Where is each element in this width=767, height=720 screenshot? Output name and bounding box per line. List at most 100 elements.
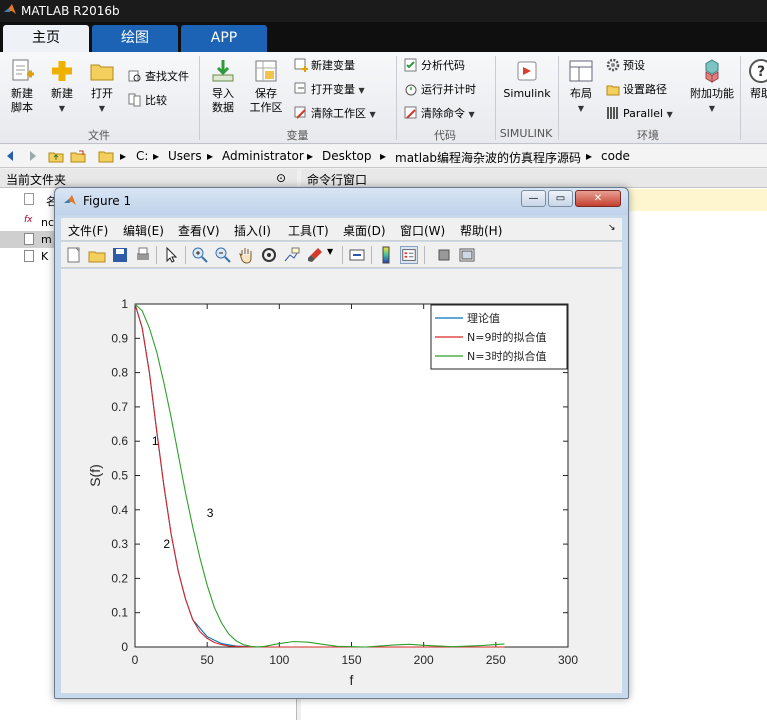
current-folder-header: 当前文件夹 ⊙ xyxy=(0,169,297,188)
path-separator: ▸ xyxy=(207,149,214,163)
matlab-logo-icon xyxy=(64,195,76,205)
colorbar-icon[interactable] xyxy=(377,246,395,264)
stopwatch-icon xyxy=(405,84,417,96)
curve-annotation: 3 xyxy=(207,506,214,520)
find-files-label: 查找文件 xyxy=(145,70,189,83)
simulink-button[interactable]: Simulink xyxy=(500,58,554,101)
pan-hand-icon[interactable] xyxy=(237,246,255,264)
breadcrumb-code[interactable]: code xyxy=(601,149,630,163)
legend-entry: N=3时的拟合值 xyxy=(467,349,546,363)
toolbar-divider xyxy=(342,246,343,264)
breadcrumb-desktop[interactable]: Desktop xyxy=(322,149,372,163)
compare-label: 比较 xyxy=(145,94,167,107)
pointer-icon[interactable] xyxy=(162,246,180,264)
address-bar: ▸ C: ▸ Users ▸ Administrator ▸ Desktop ▸… xyxy=(0,145,767,168)
brush-icon[interactable] xyxy=(306,246,324,264)
new-button[interactable]: 新建 ▼ xyxy=(44,58,80,116)
print-icon[interactable] xyxy=(134,246,152,264)
toolbar-divider xyxy=(156,246,157,264)
breadcrumb-project[interactable]: matlab编程海杂波的仿真程序源码 xyxy=(395,149,581,166)
legend-icon[interactable] xyxy=(400,246,418,264)
clear-commands-button[interactable]: 清除命令 ▼ xyxy=(404,105,475,123)
figure-title-bar[interactable]: Figure 1 — ▭ ✕ xyxy=(55,188,628,215)
figure-toolbar: ▼ xyxy=(61,242,622,268)
zoom-out-icon[interactable] xyxy=(214,246,232,264)
up-folder-icon[interactable] xyxy=(48,148,64,164)
run-and-time-label: 运行并计时 xyxy=(421,83,476,96)
run-and-time-button[interactable]: 运行并计时 xyxy=(404,81,476,99)
figure-canvas[interactable]: 0 50 100 150 200 250 300 0 0.1 0.2 0.3 0.4 0.5 0.6 0.7… xyxy=(61,269,622,693)
data-cursor-icon[interactable] xyxy=(283,246,301,264)
plot-area[interactable]: 0 50 100 150 200 250 300 0 0.1 0.2 0.3 0.4 0.5 0.6 0.7… xyxy=(61,269,622,693)
menu-file[interactable]: 文件(F) xyxy=(68,222,108,239)
set-path-button[interactable]: 设置路径 xyxy=(606,81,667,99)
matlab-logo-icon xyxy=(4,4,16,14)
preferences-label: 预设 xyxy=(623,59,645,72)
dock-arrow-icon[interactable]: ↘ xyxy=(608,223,616,233)
group-label-environment: 环境 xyxy=(637,129,659,142)
import-data-icon xyxy=(212,60,234,82)
browse-folder-icon[interactable] xyxy=(70,148,86,164)
compare-button[interactable]: 比较 xyxy=(128,92,167,110)
breadcrumb-users[interactable]: Users xyxy=(168,149,202,163)
link-plot-icon[interactable] xyxy=(348,246,366,264)
tab-home[interactable]: 主页 xyxy=(3,25,89,52)
show-plot-tools-icon[interactable] xyxy=(458,246,476,264)
breadcrumb-administrator[interactable]: Administrator xyxy=(222,149,304,163)
save-workspace-icon xyxy=(255,60,277,82)
chevron-down-icon: ▼ xyxy=(577,104,585,113)
new-variable-button[interactable]: 新建变量 xyxy=(294,57,355,75)
new-script-label: 新建 脚本 xyxy=(11,87,33,114)
forward-arrow-icon[interactable] xyxy=(24,148,40,164)
open-button[interactable]: 打开 ▼ xyxy=(84,58,120,116)
new-figure-icon[interactable] xyxy=(65,246,83,264)
maximize-button[interactable]: ▭ xyxy=(548,190,573,207)
menu-insert[interactable]: 插入(I) xyxy=(234,222,271,239)
toolbar-divider xyxy=(424,246,425,264)
parallel-button[interactable]: Parallel ▼ xyxy=(606,105,673,123)
open-variable-button[interactable]: 打开变量 ▼ xyxy=(294,81,365,99)
ribbon: 新建 脚本 新建 ▼ 打开 ▼ 查找文件 比较 文件 导入 数据 保存 工作区 新建… xyxy=(0,52,767,144)
file-name: m xyxy=(41,233,52,246)
menu-help[interactable]: 帮助(H) xyxy=(460,222,502,239)
ribbon-tab-bar: 主页 绘图 APP xyxy=(0,22,767,52)
menu-edit[interactable]: 编辑(E) xyxy=(123,222,164,239)
simulink-label: Simulink xyxy=(503,87,551,100)
y-tick-label: 0.4 xyxy=(111,503,128,517)
clear-workspace-button[interactable]: 清除工作区 ▼ xyxy=(294,105,376,123)
help-button[interactable]: ? 帮助 xyxy=(746,58,767,101)
zoom-in-icon[interactable] xyxy=(191,246,209,264)
tab-apps[interactable]: APP xyxy=(181,25,267,52)
command-window-title: 命令行窗口 xyxy=(307,173,368,187)
legend-entry: N=9时的拟合值 xyxy=(467,330,546,344)
clear-commands-icon xyxy=(404,106,417,119)
plus-icon xyxy=(52,61,72,81)
save-icon[interactable] xyxy=(111,246,129,264)
group-label-code: 代码 xyxy=(434,129,456,142)
panel-menu-icon[interactable]: ⊙ xyxy=(276,171,286,185)
addons-button[interactable]: 附加功能 ▼ xyxy=(686,58,738,116)
menu-tools[interactable]: 工具(T) xyxy=(288,222,329,239)
curve-annotation: 2 xyxy=(163,537,170,551)
save-workspace-label: 保存 工作区 xyxy=(249,87,283,114)
minimize-button[interactable]: — xyxy=(521,190,546,207)
new-variable-icon xyxy=(294,58,308,72)
save-workspace-button[interactable]: 保存 工作区 xyxy=(246,58,286,115)
menu-window[interactable]: 窗口(W) xyxy=(400,222,445,239)
rotate-3d-icon[interactable] xyxy=(260,246,278,264)
open-file-icon[interactable] xyxy=(88,246,106,264)
tab-plots[interactable]: 绘图 xyxy=(92,25,178,52)
preferences-button[interactable]: 预设 xyxy=(606,57,645,75)
import-data-button[interactable]: 导入 数据 xyxy=(204,58,242,115)
back-arrow-icon[interactable] xyxy=(3,148,19,164)
close-button[interactable]: ✕ xyxy=(575,190,621,207)
layout-button[interactable]: 布局 ▼ xyxy=(564,58,598,116)
new-script-button[interactable]: 新建 脚本 xyxy=(4,58,40,115)
menu-view[interactable]: 查看(V) xyxy=(178,222,220,239)
chevron-down-icon[interactable]: ▼ xyxy=(327,247,333,256)
menu-desktop[interactable]: 桌面(D) xyxy=(343,222,386,239)
analyze-code-button[interactable]: 分析代码 xyxy=(404,57,465,75)
find-files-button[interactable]: 查找文件 xyxy=(128,68,189,86)
breadcrumb-c[interactable]: C: xyxy=(136,149,148,163)
hide-plot-tools-icon[interactable] xyxy=(435,246,453,264)
